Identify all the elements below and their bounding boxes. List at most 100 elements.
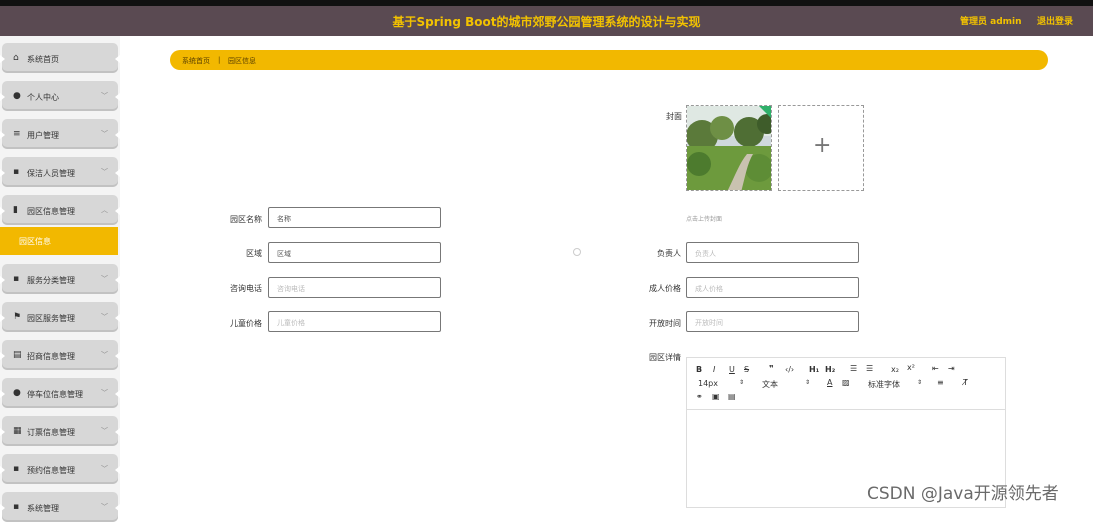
sidebar-item-label: 订票信息管理 bbox=[27, 428, 75, 437]
strike-button[interactable]: S bbox=[744, 365, 749, 374]
sidebar-item-label: 系统首页 bbox=[27, 55, 59, 64]
align-icon[interactable]: ≡ bbox=[937, 378, 944, 387]
bar-chart-icon: ▮ bbox=[13, 205, 18, 215]
area-label: 区域 bbox=[246, 249, 262, 258]
notch-decoration bbox=[0, 466, 5, 474]
calendar-icon: ▦ bbox=[13, 426, 22, 436]
grid-icon: ▪ bbox=[13, 464, 20, 474]
upload-cover-button[interactable]: + bbox=[778, 105, 864, 191]
outdent-icon[interactable]: ⇤ bbox=[932, 364, 939, 373]
link-icon[interactable]: ⚭ bbox=[696, 392, 703, 401]
phone-input[interactable]: 咨询电话 bbox=[268, 277, 441, 298]
sidebar-item[interactable]: ▦ 订票信息管理 ﹀ bbox=[0, 416, 120, 446]
center-dot bbox=[573, 248, 581, 256]
flag-icon: ⚑ bbox=[13, 312, 22, 322]
font-color-icon[interactable]: A bbox=[827, 378, 832, 387]
phone-label: 咨询电话 bbox=[230, 284, 262, 293]
notch-decoration bbox=[115, 504, 120, 512]
sidebar-item[interactable]: ≡ 用户管理 ﹀ bbox=[0, 119, 120, 149]
plus-icon: + bbox=[813, 133, 832, 158]
owner-label: 负责人 bbox=[657, 249, 681, 258]
app-header: 基于Spring Boot的城市郊野公园管理系统的设计与实现 管理员 admin… bbox=[0, 6, 1093, 36]
italic-button[interactable]: I bbox=[713, 365, 715, 374]
logout-link[interactable]: 退出登录 bbox=[1037, 14, 1073, 27]
chevron-icon: ﹀ bbox=[101, 351, 108, 359]
sidebar-item-label: 服务分类管理 bbox=[27, 276, 75, 285]
sidebar-item-label: 个人中心 bbox=[27, 93, 59, 102]
cover-label: 封面 bbox=[666, 112, 682, 121]
image-icon[interactable]: ▣ bbox=[712, 392, 720, 401]
notch-decoration bbox=[115, 466, 120, 474]
sidebar-item[interactable]: ▪ 预约信息管理 ﹀ bbox=[0, 454, 120, 484]
child-price-input[interactable]: 儿童价格 bbox=[268, 311, 441, 332]
owner-placeholder: 负责人 bbox=[695, 250, 716, 258]
notch-decoration bbox=[115, 207, 120, 215]
video-icon[interactable]: ▤ bbox=[728, 392, 736, 401]
detail-label: 园区详情 bbox=[649, 353, 681, 362]
adult-price-input[interactable]: 成人价格 bbox=[686, 277, 859, 298]
user-icon: ● bbox=[13, 388, 21, 398]
name-label: 园区名称 bbox=[230, 215, 262, 224]
open-time-input[interactable]: 开放时间 bbox=[686, 311, 859, 332]
clear-format-icon[interactable]: T̸ bbox=[963, 378, 968, 387]
h2-button[interactable]: H₂ bbox=[825, 365, 835, 374]
text-style-select[interactable]: 文本 bbox=[762, 379, 778, 390]
notch-decoration bbox=[0, 169, 5, 177]
chevron-icon: ﹀ bbox=[101, 427, 108, 435]
user-icon: ● bbox=[13, 91, 21, 101]
subscript-button[interactable]: x₂ bbox=[891, 365, 899, 374]
open-time-label: 开放时间 bbox=[649, 319, 681, 328]
background-color-icon[interactable]: ▨ bbox=[842, 378, 850, 387]
area-input[interactable]: 区域 bbox=[268, 242, 441, 263]
phone-placeholder: 咨询电话 bbox=[277, 285, 305, 293]
indent-icon[interactable]: ⇥ bbox=[948, 364, 955, 373]
sidebar-item-label: 系统管理 bbox=[27, 504, 59, 513]
sidebar-item[interactable]: ▪ 保洁人员管理 ﹀ bbox=[0, 157, 120, 187]
h1-button[interactable]: H₁ bbox=[809, 365, 819, 374]
sidebar-item-label: 园区服务管理 bbox=[27, 314, 75, 323]
chevron-icon: ﹀ bbox=[101, 168, 108, 176]
notch-decoration bbox=[115, 93, 120, 101]
cover-image[interactable] bbox=[686, 105, 772, 191]
bullet-list-icon[interactable]: ☰ bbox=[866, 364, 873, 373]
sidebar-item[interactable]: ▮ 园区信息管理 ︿ bbox=[0, 195, 120, 225]
notch-decoration bbox=[115, 314, 120, 322]
underline-button[interactable]: U bbox=[729, 365, 735, 374]
quote-button[interactable]: ❞ bbox=[769, 364, 774, 373]
sidebar-item[interactable]: ⌂ 系统首页 bbox=[0, 43, 120, 73]
sidebar-item[interactable]: ▪ 服务分类管理 ﹀ bbox=[0, 264, 120, 294]
sidebar-item[interactable]: ● 停车位信息管理 ﹀ bbox=[0, 378, 120, 408]
chevron-icon: ﹀ bbox=[101, 503, 108, 511]
park-photo bbox=[687, 106, 771, 190]
bold-button[interactable]: B bbox=[696, 365, 702, 374]
sidebar-item[interactable]: ▪ 系统管理 ﹀ bbox=[0, 492, 120, 522]
notch-decoration bbox=[0, 390, 5, 398]
sidebar-item-label: 园区信息管理 bbox=[27, 207, 75, 216]
child-price-placeholder: 儿童价格 bbox=[277, 319, 305, 327]
name-input[interactable]: 名称 bbox=[268, 207, 441, 228]
list-icon: ≡ bbox=[13, 129, 21, 139]
chevron-icon: ﹀ bbox=[101, 92, 108, 100]
notch-decoration bbox=[0, 207, 5, 215]
sidebar-item[interactable]: ▤ 招商信息管理 ﹀ bbox=[0, 340, 120, 370]
breadcrumb-home[interactable]: 系统首页 bbox=[182, 56, 210, 66]
superscript-button[interactable]: x² bbox=[907, 363, 915, 372]
code-button[interactable]: ‹/› bbox=[785, 365, 794, 374]
ordered-list-icon[interactable]: ☰ bbox=[850, 364, 857, 373]
editor-divider bbox=[687, 409, 1005, 410]
owner-input[interactable]: 负责人 bbox=[686, 242, 859, 263]
sidebar-subitem-label: 园区信息 bbox=[19, 237, 51, 246]
sidebar-item[interactable]: ⚑ 园区服务管理 ﹀ bbox=[0, 302, 120, 332]
chevron-icon: ﹀ bbox=[101, 275, 108, 283]
sidebar-subitem-park-info[interactable]: 园区信息 bbox=[0, 227, 118, 255]
chevron-icon: ﹀ bbox=[101, 313, 108, 321]
current-user[interactable]: 管理员 admin bbox=[960, 14, 1022, 27]
notch-decoration bbox=[115, 352, 120, 360]
home-icon: ⌂ bbox=[13, 53, 19, 63]
font-size-select[interactable]: 14px bbox=[698, 379, 718, 388]
text-style-chevron-icon: ⇕ bbox=[805, 379, 811, 386]
breadcrumb-current: 园区信息 bbox=[228, 57, 256, 65]
sidebar-item[interactable]: ● 个人中心 ﹀ bbox=[0, 81, 120, 111]
chevron-icon: ﹀ bbox=[101, 389, 108, 397]
font-family-select[interactable]: 标准字体 bbox=[868, 379, 900, 390]
